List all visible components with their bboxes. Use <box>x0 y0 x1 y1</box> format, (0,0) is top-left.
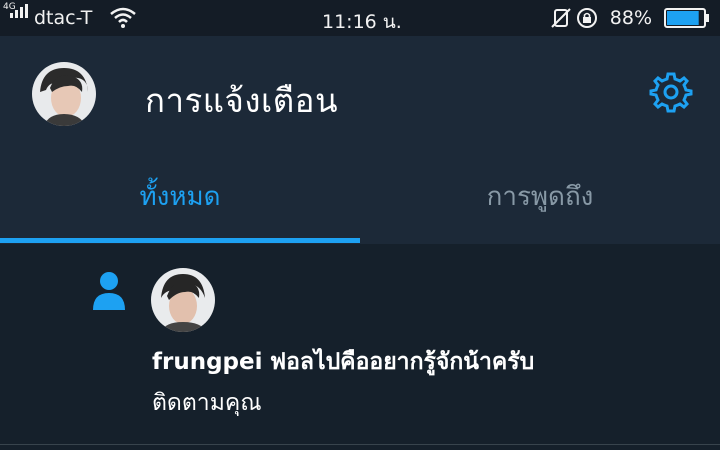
status-bar: 4G dtac-T 11:16 น. 88% <box>0 0 720 36</box>
page-title: การแจ้งเตือน <box>145 81 339 120</box>
carrier-name: dtac-T <box>34 7 93 29</box>
person-icon <box>92 270 126 312</box>
display-name: ฟอลไปคืออยากรู้จักน้าครับ <box>269 349 535 375</box>
notification-text: frungpei ฟอลไปคืออยากรู้จักน้าครับ <box>152 344 534 380</box>
gear-icon[interactable] <box>649 70 693 114</box>
wifi-icon <box>110 7 136 34</box>
clock: 11:16 น. <box>322 11 402 33</box>
battery-icon <box>664 8 710 28</box>
tab-mentions[interactable]: การพูดถึง <box>360 176 720 217</box>
battery-percent: 88% <box>609 7 652 29</box>
follower-avatar[interactable] <box>151 268 215 332</box>
rotation-lock-icon <box>576 7 598 34</box>
battery-level-fill <box>667 11 699 25</box>
signal-icon <box>10 4 28 18</box>
tab-all[interactable]: ทั้งหมด <box>0 176 360 217</box>
profile-avatar[interactable] <box>32 62 96 126</box>
status-icons: 88% <box>540 6 710 30</box>
app-header: การแจ้งเตือน ทั้งหมด การพูดถึง <box>0 36 720 244</box>
notification-action: ติดตามคุณ <box>152 390 262 416</box>
notification-item[interactable]: frungpei ฟอลไปคืออยากรู้จักน้าครับ ติดตา… <box>0 244 720 445</box>
username[interactable]: frungpei <box>152 349 263 375</box>
mute-icon <box>550 7 572 34</box>
active-tab-indicator <box>0 238 360 243</box>
